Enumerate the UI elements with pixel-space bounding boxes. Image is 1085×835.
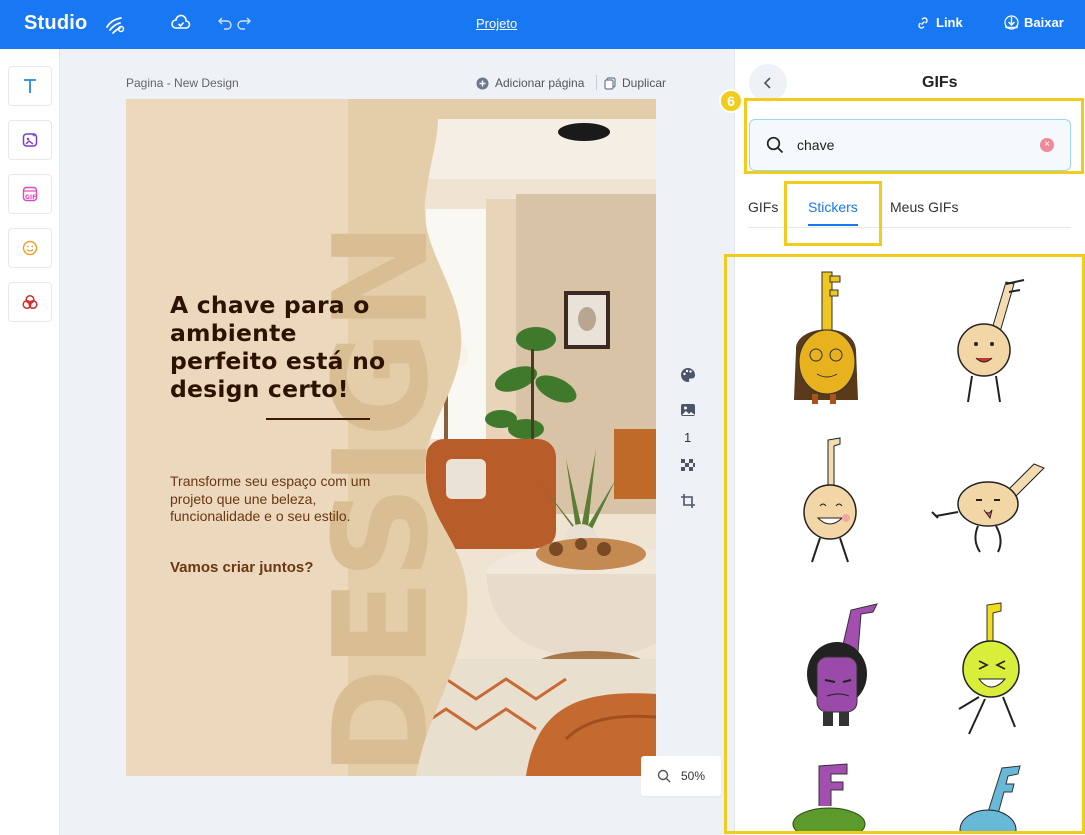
design-cta-text[interactable]: Vamos criar juntos?	[170, 559, 313, 576]
tools-sidebar: GIF	[0, 49, 60, 835]
copy-icon	[604, 76, 616, 90]
image-magic-icon	[22, 133, 38, 147]
design-artwork: DESIGN	[305, 99, 656, 776]
emoji-icon	[22, 240, 38, 256]
plus-circle-icon	[476, 77, 489, 89]
highlight-sticker-grid	[724, 254, 1085, 834]
add-page-button[interactable]: Adicionar página	[476, 76, 584, 90]
duplicate-label: Duplicar	[622, 76, 667, 90]
toolbar-divider	[596, 75, 597, 90]
step-badge: 6	[719, 89, 743, 113]
duplicate-button[interactable]: Duplicar	[604, 76, 666, 90]
chevron-left-icon	[763, 77, 771, 89]
highlight-search	[744, 98, 1084, 174]
transparency-icon[interactable]	[680, 458, 696, 474]
undo-icon[interactable]	[217, 14, 233, 30]
elements-icon	[22, 294, 38, 310]
design-page[interactable]: DESIGN A chave para o ambiente perfeito …	[126, 99, 656, 776]
palette-icon[interactable]	[679, 366, 697, 384]
image-tool-button[interactable]	[8, 120, 52, 160]
top-bar: Studio Projeto Link Baixar	[0, 0, 1085, 49]
svg-text:GIF: GIF	[25, 194, 36, 201]
back-button[interactable]	[749, 64, 787, 102]
elements-tool-button[interactable]	[8, 282, 52, 322]
emoji-tool-button[interactable]	[8, 228, 52, 268]
zoom-search-icon	[657, 769, 671, 783]
cloud-save-icon[interactable]	[171, 13, 191, 33]
redo-icon[interactable]	[236, 14, 252, 30]
page-title: Pagina - New Design	[126, 76, 239, 90]
tab-my-gifs[interactable]: Meus GIFs	[890, 199, 958, 215]
project-link[interactable]: Projeto	[476, 16, 517, 31]
text-icon	[24, 79, 36, 93]
brand-logo[interactable]: Studio	[24, 12, 87, 35]
magic-hand-icon[interactable]	[104, 13, 126, 35]
design-body-text[interactable]: Transforme seu espaço com um projeto que…	[170, 473, 380, 526]
highlight-stickers-tab	[784, 181, 882, 246]
link-label: Link	[936, 15, 963, 30]
zoom-control[interactable]: 50%	[641, 756, 721, 796]
download-button[interactable]: Baixar	[1004, 15, 1064, 30]
gif-tool-button[interactable]: GIF	[8, 174, 52, 214]
text-tool-button[interactable]	[8, 66, 52, 106]
gif-icon: GIF	[22, 186, 38, 202]
download-icon	[1004, 15, 1019, 30]
tab-gifs[interactable]: GIFs	[748, 199, 778, 215]
zoom-value: 50%	[680, 769, 706, 783]
download-label: Baixar	[1024, 15, 1064, 30]
design-headline[interactable]: A chave para o ambiente perfeito está no…	[170, 291, 400, 403]
page-number: 1	[684, 430, 692, 445]
add-page-label: Adicionar página	[495, 76, 585, 90]
crop-icon[interactable]	[680, 493, 696, 509]
image-icon[interactable]	[680, 402, 696, 418]
headline-underline	[266, 418, 370, 420]
panel-title: GIFs	[922, 74, 958, 91]
link-button[interactable]: Link	[916, 15, 963, 30]
link-icon	[918, 16, 928, 29]
